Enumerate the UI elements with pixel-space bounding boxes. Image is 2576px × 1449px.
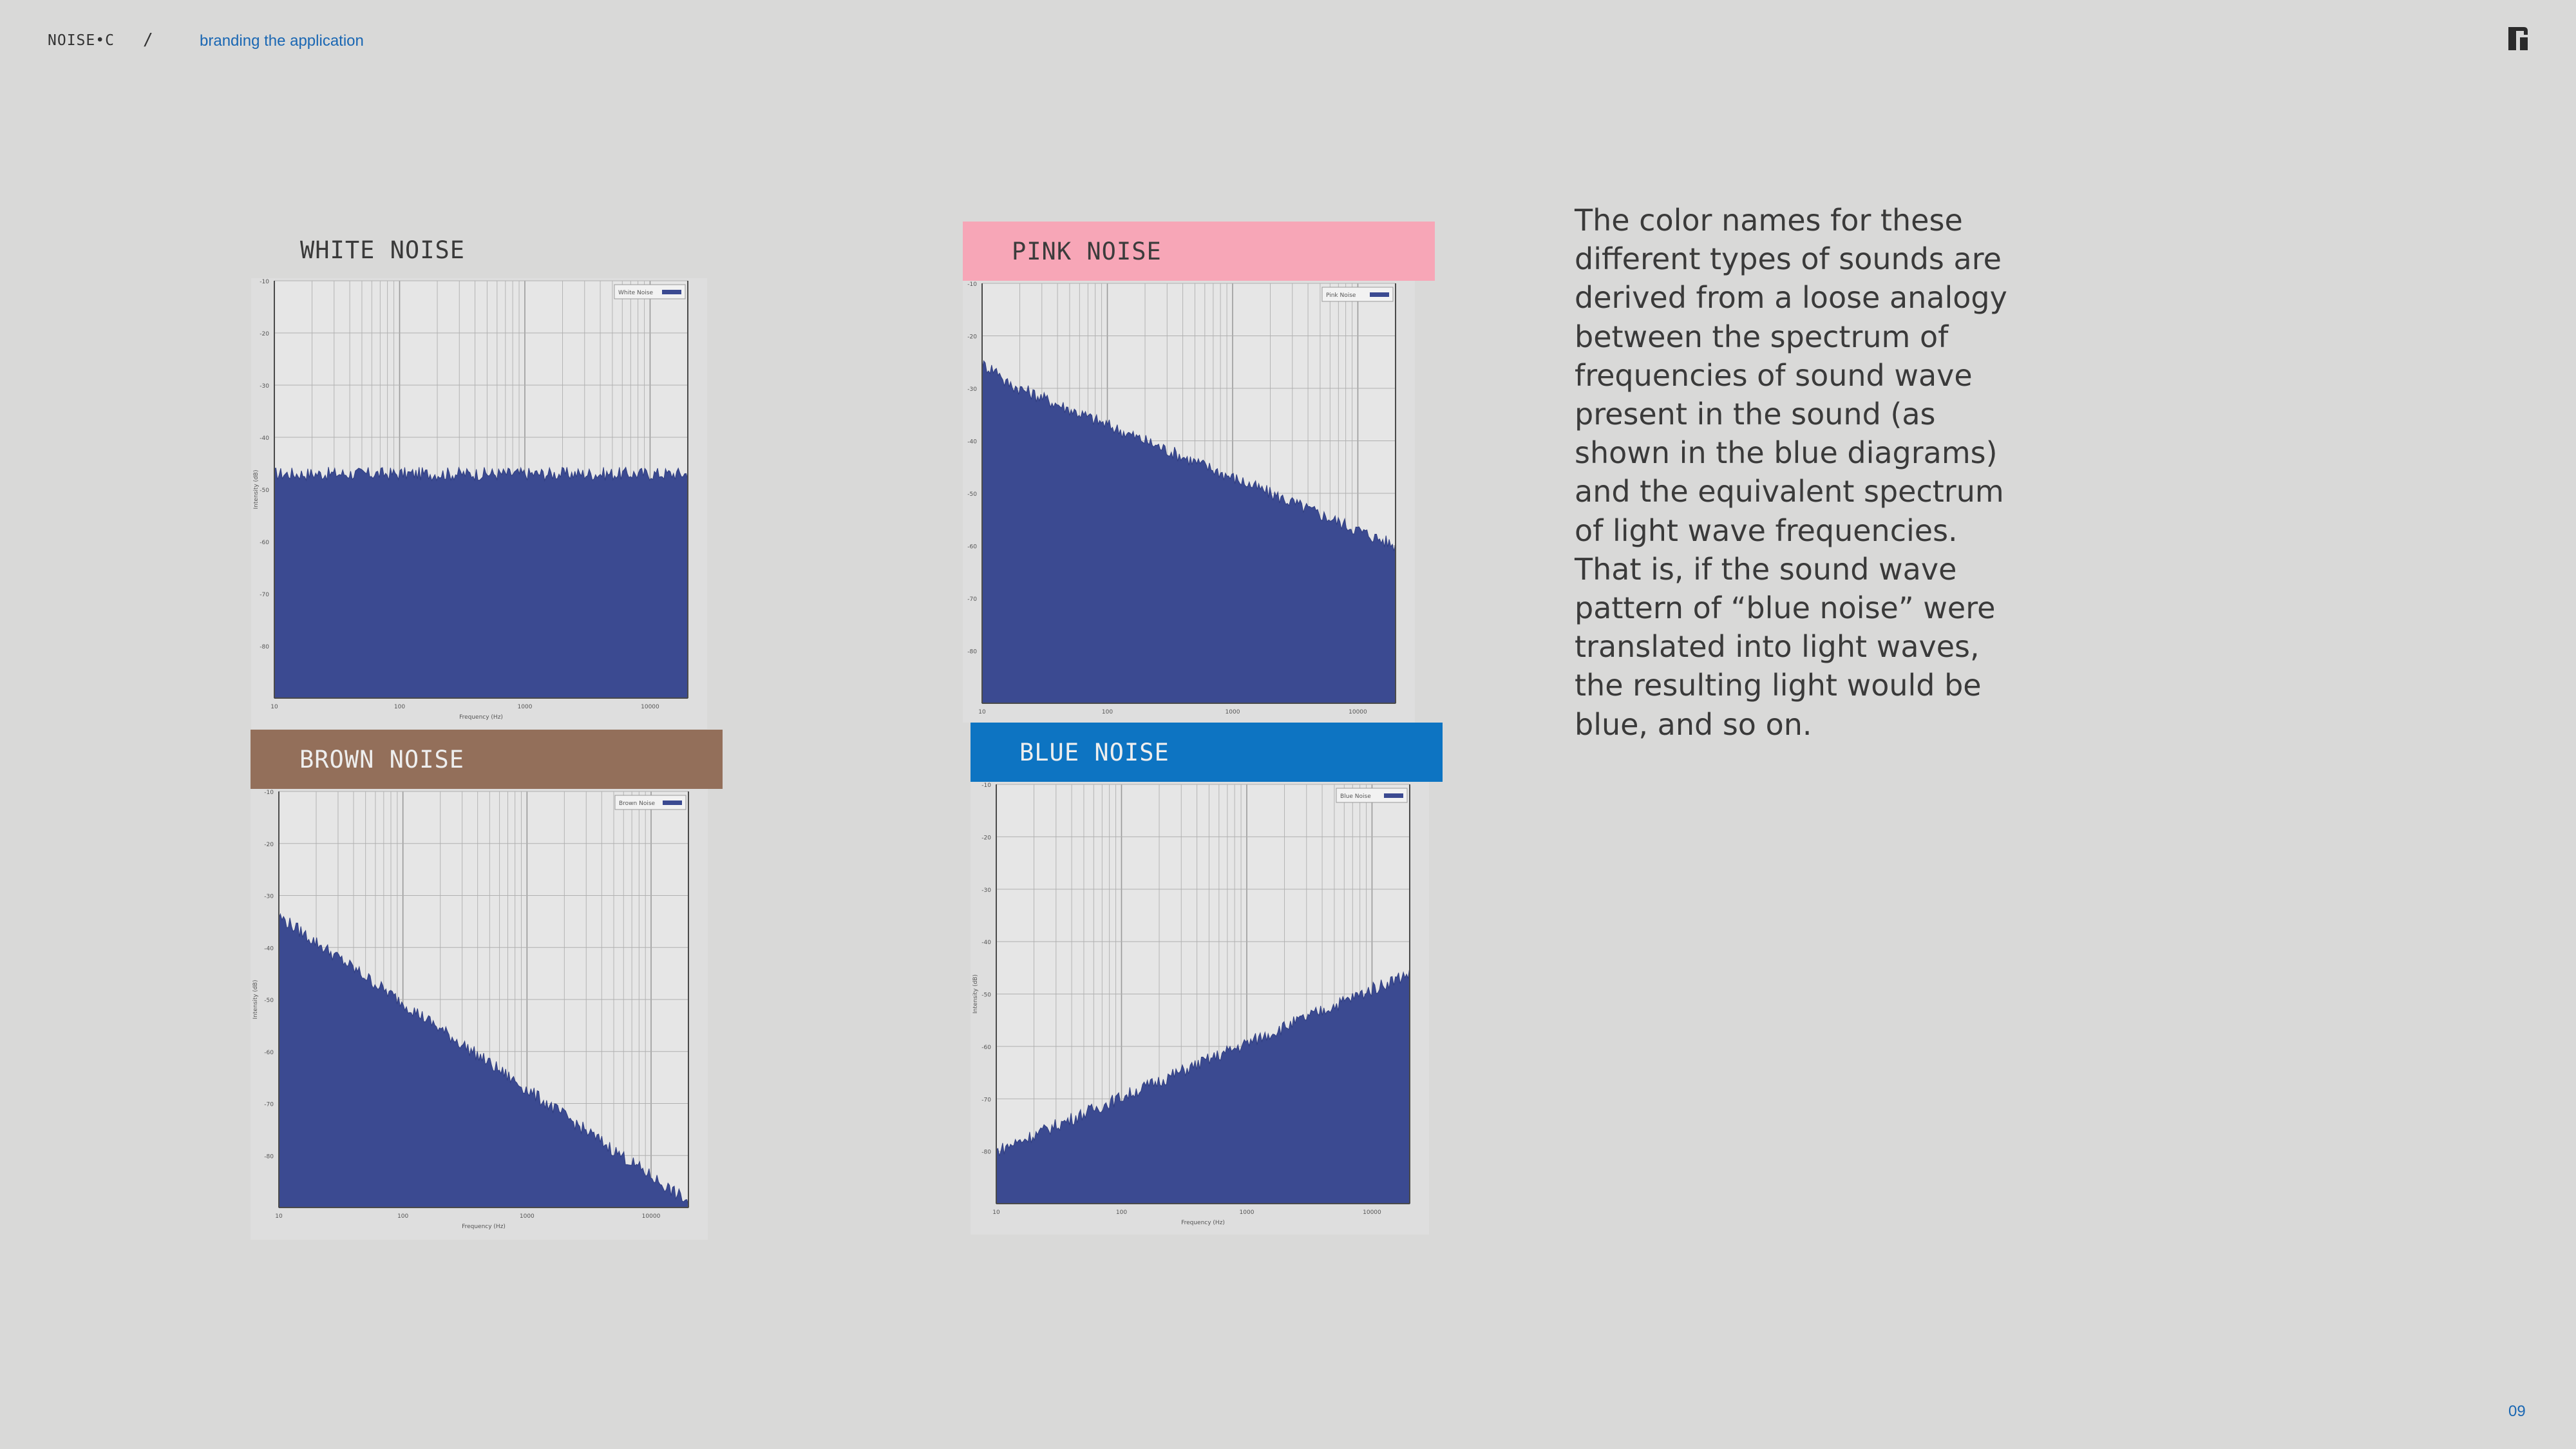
y-tick-label: -40	[260, 435, 269, 442]
legend-label: Pink Noise	[1326, 292, 1356, 299]
x-tick-label: 1000	[518, 704, 533, 710]
y-tick-label: -30	[260, 383, 269, 390]
legend-label: Brown Noise	[619, 800, 656, 807]
y-tick-label: -20	[981, 835, 991, 841]
white-noise-label: WHITE NOISE	[300, 236, 466, 264]
y-tick-label: -30	[981, 887, 991, 894]
x-tick-label: 10	[992, 1209, 1000, 1216]
y-tick-label: -30	[967, 386, 977, 393]
y-tick-label: -60	[981, 1045, 991, 1051]
chart-svg: -10 -20 -30 -40 -50 -60 -70 -80 10 100 1000 10000 Pi…	[967, 281, 1396, 715]
y-tick-label: -50	[967, 491, 977, 498]
y-tick-label: -10	[967, 281, 977, 288]
pink-noise-chart: -10 -20 -30 -40 -50 -60 -70 -80 10 100 1000 10000 Pi…	[963, 281, 1415, 723]
chart-svg: -10 -20 -30 -40 -50 -60 -70 -80 10 100 1000 10000 Fr…	[253, 279, 688, 721]
y-tick-label: -40	[967, 439, 977, 446]
logo-icon	[2508, 27, 2528, 50]
x-tick-label: 1000	[1226, 709, 1240, 715]
x-tick-label: 10000	[641, 704, 659, 710]
y-tick-label: -70	[967, 596, 977, 603]
y-tick-label: -10	[981, 782, 991, 789]
description-paragraph: The color names for these different type…	[1575, 203, 2007, 742]
y-tick-label: -60	[264, 1050, 274, 1056]
x-tick-label: 100	[1102, 709, 1113, 715]
y-tick-label: -20	[260, 331, 269, 337]
x-axis-title: Frequency (Hz)	[459, 714, 503, 721]
y-tick-label: -70	[260, 592, 269, 598]
y-tick-label: -70	[264, 1102, 274, 1108]
y-axis-title: Intensity (dB)	[252, 980, 259, 1019]
white-noise-chart: -10 -20 -30 -40 -50 -60 -70 -80 10 100 1000 10000 Fr…	[251, 278, 707, 729]
blue-noise-label: BLUE NOISE	[971, 723, 1443, 782]
chart-svg: -10 -20 -30 -40 -50 -60 -70 -80 10 100 1000 10000 Fr…	[972, 782, 1410, 1226]
y-tick-label: -20	[967, 334, 977, 341]
x-tick-label: 10	[270, 704, 278, 710]
y-tick-label: -60	[967, 544, 977, 551]
y-axis-title: Intensity (dB)	[972, 974, 979, 1014]
page-number: 09	[2508, 1403, 2526, 1420]
y-tick-label: -70	[981, 1097, 991, 1103]
y-tick-label: -60	[260, 540, 269, 546]
y-tick-label: -50	[260, 488, 269, 494]
x-tick-label: 1000	[1240, 1209, 1255, 1216]
y-axis-title: Intensity (dB)	[253, 470, 260, 509]
legend-label: White Noise	[618, 290, 653, 296]
breadcrumb-separator: /	[143, 30, 153, 50]
x-tick-label: 100	[394, 704, 405, 710]
y-tick-label: -80	[260, 644, 269, 650]
breadcrumb[interactable]: branding the application	[200, 32, 364, 50]
x-tick-label: 1000	[520, 1213, 535, 1220]
y-tick-label: -80	[967, 649, 977, 656]
chart-svg: -10 -20 -30 -40 -50 -60 -70 -80 10 100 1000 10000 Fr…	[252, 790, 689, 1230]
y-tick-label: -50	[264, 998, 274, 1004]
spectrum-area	[274, 466, 688, 699]
legend-swatch	[663, 800, 682, 805]
y-tick-label: -80	[264, 1153, 274, 1160]
brown-noise-chart: -10 -20 -30 -40 -50 -60 -70 -80 10 100 1000 10000 Fr…	[251, 789, 708, 1240]
x-tick-label: 10	[275, 1213, 283, 1220]
x-axis-title: Frequency (Hz)	[1181, 1220, 1225, 1226]
y-tick-label: -50	[981, 992, 991, 999]
y-tick-label: -30	[264, 894, 274, 900]
legend-label: Blue Noise	[1340, 793, 1371, 800]
x-tick-label: 10000	[642, 1213, 661, 1220]
y-tick-label: -10	[264, 790, 274, 796]
legend-swatch	[662, 290, 681, 294]
x-tick-label: 10000	[1349, 709, 1367, 715]
x-tick-label: 100	[1116, 1209, 1127, 1216]
legend-swatch	[1370, 292, 1389, 297]
x-tick-label: 10	[978, 709, 986, 715]
legend-swatch	[1384, 793, 1403, 798]
blue-noise-chart: -10 -20 -30 -40 -50 -60 -70 -80 10 100 1000 10000 Fr…	[971, 782, 1429, 1235]
y-tick-label: -40	[264, 945, 274, 952]
brown-noise-label: BROWN NOISE	[251, 730, 723, 789]
pink-noise-label: PINK NOISE	[963, 222, 1435, 281]
y-tick-label: -40	[981, 940, 991, 946]
y-tick-label: -20	[264, 842, 274, 848]
x-axis-title: Frequency (Hz)	[462, 1224, 506, 1230]
x-tick-label: 100	[397, 1213, 408, 1220]
y-tick-label: -80	[981, 1150, 991, 1156]
brand-name: NOISE•C	[48, 32, 115, 49]
y-tick-label: -10	[260, 279, 269, 285]
x-tick-label: 10000	[1363, 1209, 1381, 1216]
